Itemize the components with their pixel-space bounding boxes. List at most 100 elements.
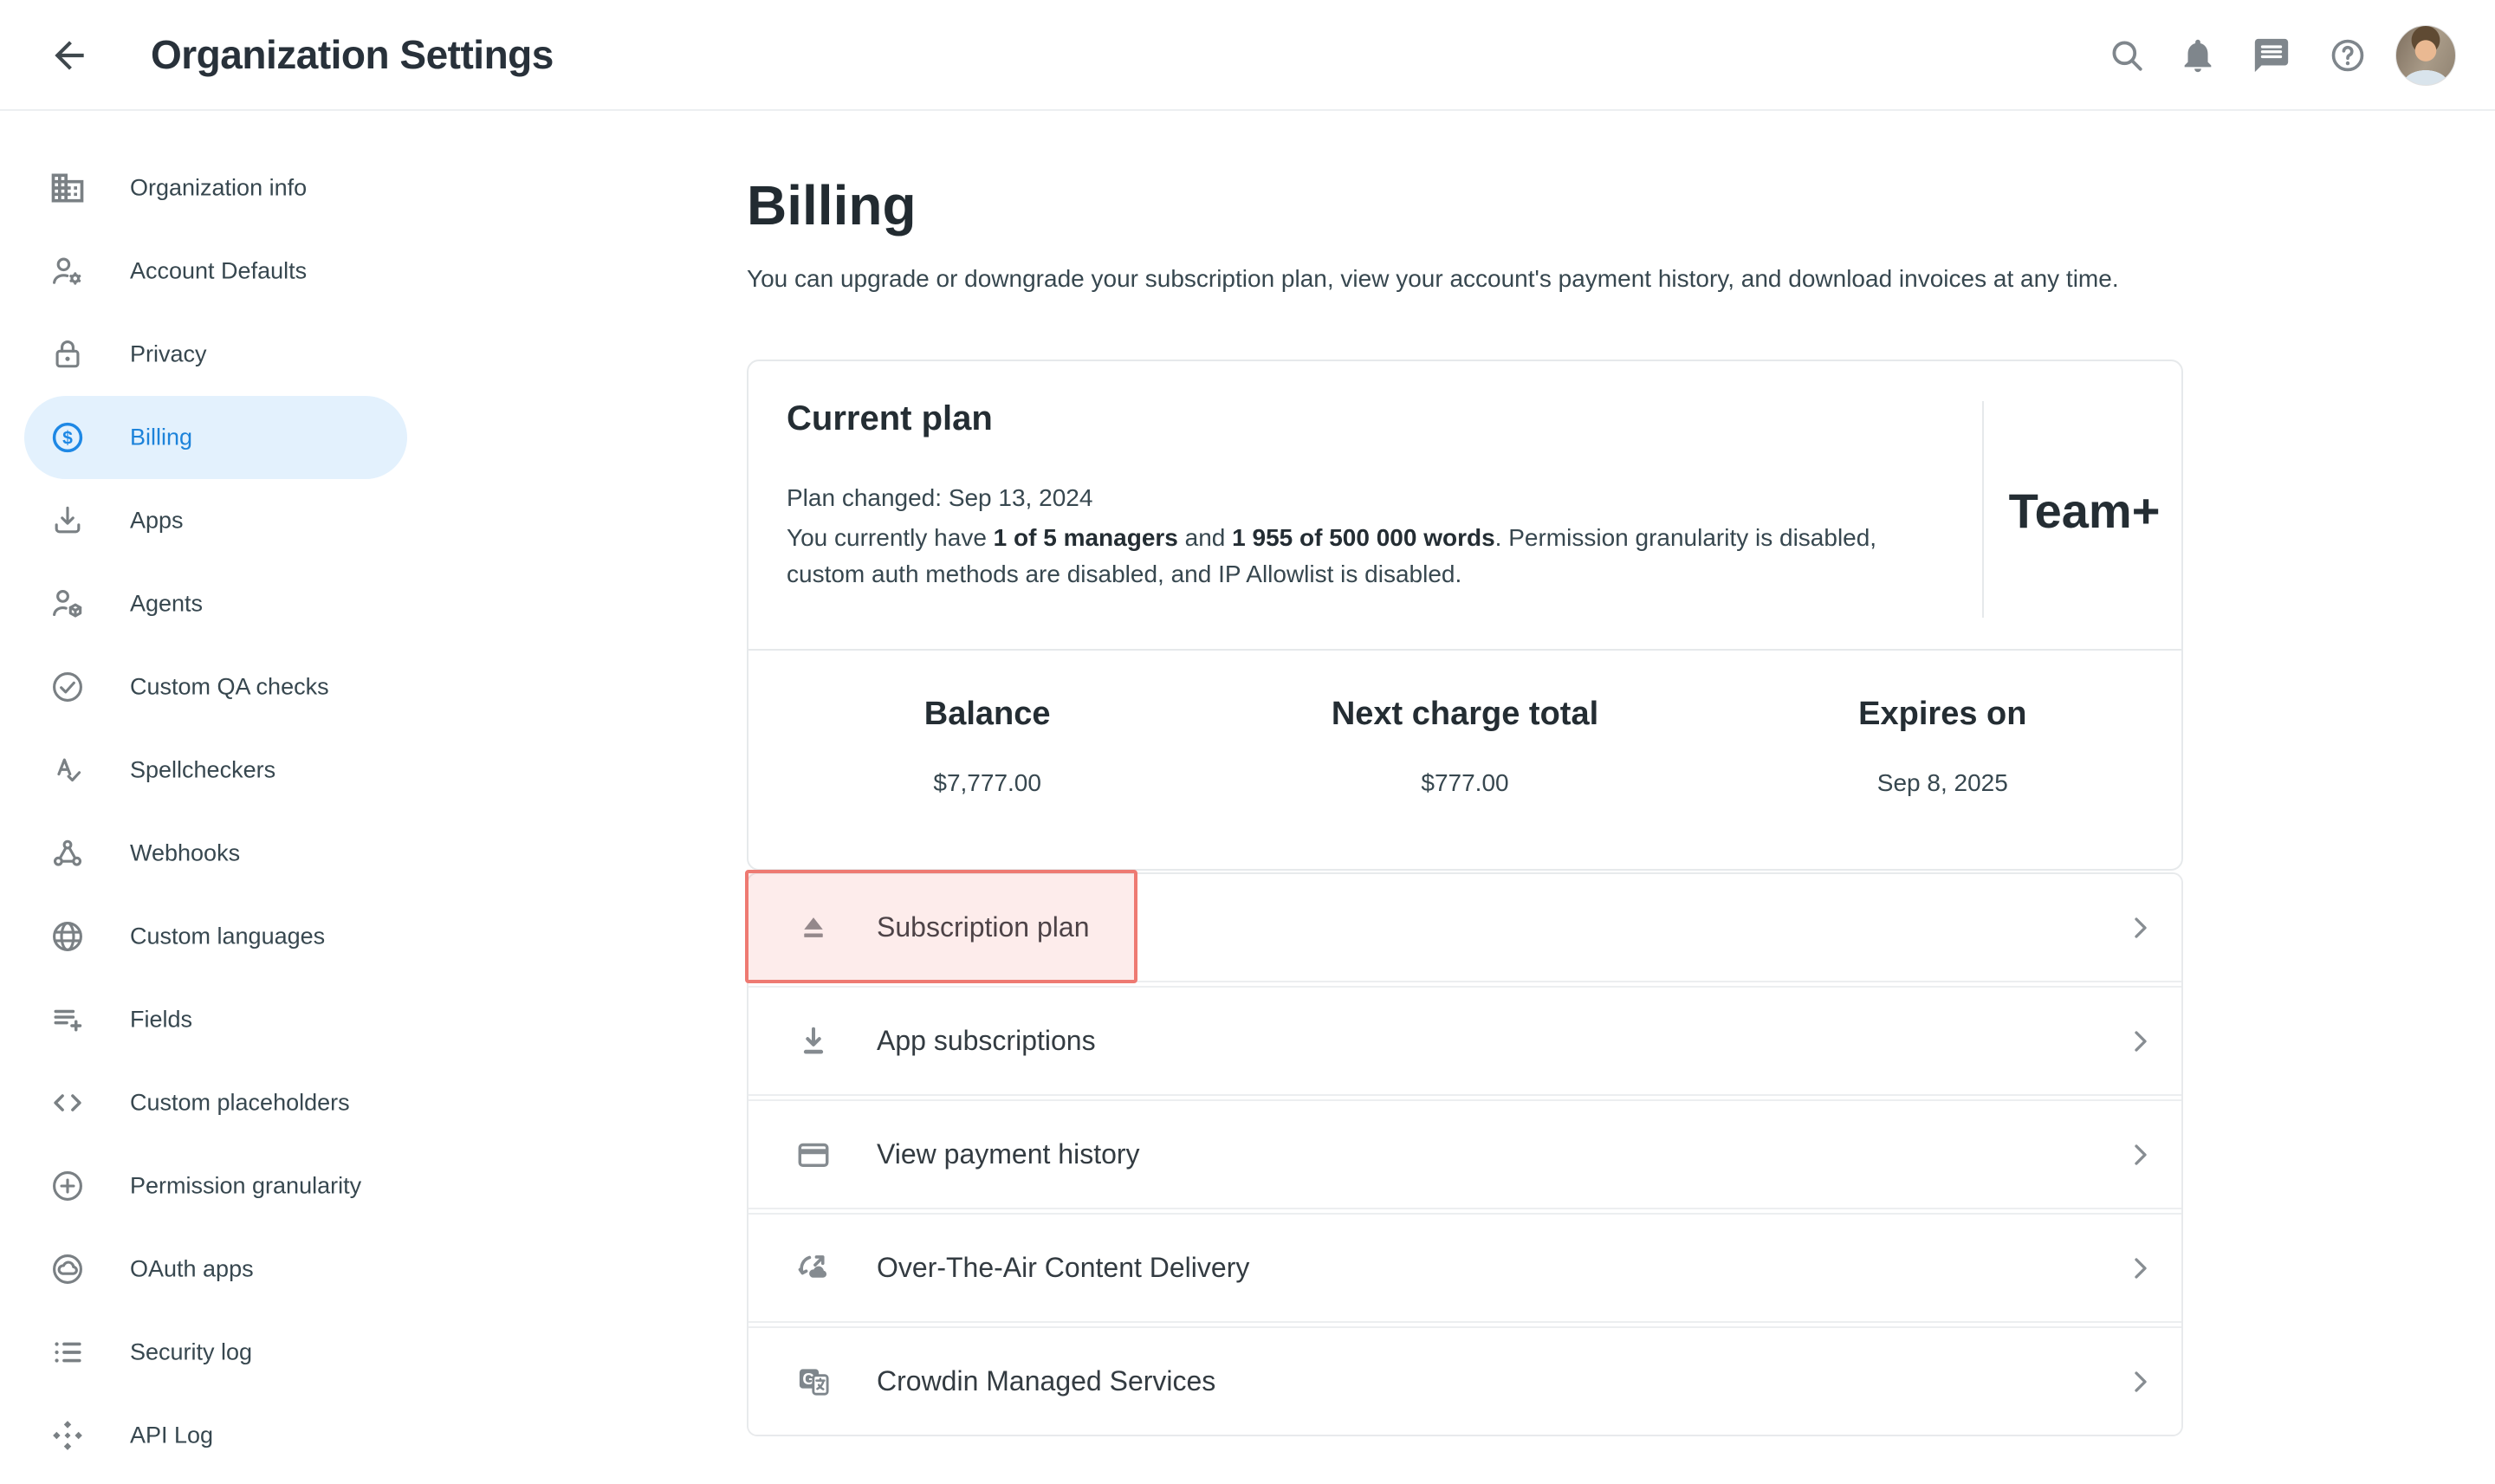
stat-label: Balance — [748, 696, 1226, 733]
row-label: App subscriptions — [877, 1025, 1096, 1057]
sidebar-item-label: Spellcheckers — [130, 757, 275, 784]
credit-card-icon — [794, 1135, 833, 1175]
sidebar-item-label: Organization info — [130, 175, 307, 202]
row-separator — [748, 1094, 2181, 1101]
translate-icon: G — [794, 1362, 833, 1402]
row-app-subscriptions[interactable]: App subscriptions — [748, 988, 2181, 1094]
eject-icon — [794, 908, 833, 948]
dollar-circle-icon: $ — [49, 418, 87, 457]
stat-value: $777.00 — [1226, 769, 1703, 797]
sidebar-item-agents[interactable]: Agents — [0, 562, 407, 645]
help-icon[interactable] — [2328, 36, 2368, 75]
page-header-title: Organization Settings — [151, 0, 554, 109]
sidebar-item-label: API Log — [130, 1422, 213, 1449]
chat-icon[interactable] — [2252, 36, 2291, 75]
cloud-circle-icon — [49, 1250, 87, 1288]
chevron-right-icon — [2122, 1024, 2157, 1059]
words-usage: 1 955 of 500 000 words — [1232, 524, 1495, 551]
plus-circle-icon — [49, 1167, 87, 1205]
current-plan-title: Current plan — [787, 399, 993, 438]
usage-prefix: You currently have — [787, 524, 994, 551]
sidebar-item-fields[interactable]: Fields — [0, 978, 407, 1061]
ota-sync-icon — [794, 1248, 833, 1288]
sidebar-item-label: Privacy — [130, 341, 207, 368]
plan-changed-date: Plan changed: Sep 13, 2024 — [787, 484, 1092, 512]
sidebar-item-label: Fields — [130, 1007, 192, 1034]
stat-expires-on: Expires on Sep 8, 2025 — [1704, 651, 2181, 869]
managers-usage: 1 of 5 managers — [994, 524, 1178, 551]
sidebar-item-api-log[interactable]: API Log — [0, 1394, 407, 1477]
search-icon[interactable] — [2107, 36, 2147, 75]
stat-next-charge-total: Next charge total $777.00 — [1226, 651, 1703, 869]
building-icon — [49, 169, 87, 207]
stat-balance: Balance $7,777.00 — [748, 651, 1226, 869]
download-tray-icon — [49, 502, 87, 540]
sidebar-item-label: Agents — [130, 591, 203, 618]
billing-stats: Balance $7,777.00 Next charge total $777… — [748, 651, 2181, 869]
row-label: View payment history — [877, 1138, 1140, 1170]
chevron-right-icon — [2122, 1364, 2157, 1399]
diamonds-icon — [49, 1416, 87, 1455]
sidebar-item-label: Security log — [130, 1339, 252, 1366]
row-view-payment-history[interactable]: View payment history — [748, 1101, 2181, 1208]
usage-join: and — [1178, 524, 1232, 551]
code-brackets-icon — [49, 1084, 87, 1122]
chevron-right-icon — [2122, 1251, 2157, 1286]
sidebar-item-custom-languages[interactable]: Custom languages — [0, 895, 407, 978]
sidebar-item-oauth-apps[interactable]: OAuth apps — [0, 1228, 407, 1311]
user-avatar[interactable] — [2395, 25, 2456, 86]
current-plan-card: Current plan Plan changed: Sep 13, 2024 … — [747, 360, 2183, 871]
row-label: Subscription plan — [877, 911, 1089, 943]
row-separator — [748, 1321, 2181, 1328]
sidebar-item-permission-granularity[interactable]: Permission granularity — [0, 1144, 407, 1228]
page-description: You can upgrade or downgrade your subscr… — [747, 265, 2119, 293]
chevron-right-icon — [2122, 1137, 2157, 1172]
row-crowdin-managed-services[interactable]: G Crowdin Managed Services — [748, 1328, 2181, 1435]
svg-text:$: $ — [62, 429, 73, 449]
stat-value: $7,777.00 — [748, 769, 1226, 797]
playlist-add-icon — [49, 1001, 87, 1039]
chevron-right-icon — [2122, 910, 2157, 945]
usage-suffix: . Permission granularity is disabled, — [1495, 524, 1876, 551]
row-label: Over-The-Air Content Delivery — [877, 1252, 1249, 1284]
bell-icon[interactable] — [2178, 36, 2218, 75]
spellcheck-icon — [49, 751, 87, 789]
sidebar-item-custom-qa-checks[interactable]: Custom QA checks — [0, 645, 407, 729]
back-arrow-icon[interactable] — [48, 34, 91, 77]
webhook-icon — [49, 834, 87, 872]
stat-label: Expires on — [1704, 696, 2181, 733]
bulleted-list-icon — [49, 1333, 87, 1371]
stat-label: Next charge total — [1226, 696, 1703, 733]
sidebar-item-account-defaults[interactable]: Account Defaults — [0, 230, 407, 313]
sidebar-item-label: Custom languages — [130, 923, 325, 950]
download-icon — [794, 1021, 833, 1061]
sidebar-item-custom-placeholders[interactable]: Custom placeholders — [0, 1061, 407, 1144]
person-cube-icon — [49, 585, 87, 623]
sidebar-item-spellcheckers[interactable]: Spellcheckers — [0, 729, 407, 812]
sidebar-item-label: Custom QA checks — [130, 674, 329, 701]
sidebar-item-label: Permission granularity — [130, 1173, 361, 1200]
row-over-the-air-content-delivery[interactable]: Over-The-Air Content Delivery — [748, 1215, 2181, 1321]
row-label: Crowdin Managed Services — [877, 1365, 1215, 1397]
settings-sidebar: Organization info Account Defaults Priva… — [0, 111, 407, 1477]
page-title: Billing — [747, 173, 917, 237]
row-separator — [748, 981, 2181, 988]
sidebar-item-label: Custom placeholders — [130, 1090, 350, 1117]
sidebar-item-label: Apps — [130, 508, 184, 535]
billing-actions-list: Subscription plan App subscriptions View… — [747, 872, 2183, 1436]
stat-value: Sep 8, 2025 — [1704, 769, 2181, 797]
sidebar-item-apps[interactable]: Apps — [0, 479, 407, 562]
row-separator — [748, 1208, 2181, 1215]
row-subscription-plan[interactable]: Subscription plan — [748, 874, 2181, 981]
lock-icon — [49, 335, 87, 373]
person-gear-icon — [49, 252, 87, 290]
sidebar-item-billing[interactable]: $ Billing — [24, 396, 407, 479]
sidebar-item-organization-info[interactable]: Organization info — [0, 146, 407, 230]
sidebar-item-webhooks[interactable]: Webhooks — [0, 812, 407, 895]
sidebar-item-privacy[interactable]: Privacy — [0, 313, 407, 396]
sidebar-item-label: Billing — [130, 424, 192, 451]
check-circle-icon — [49, 668, 87, 706]
usage-suffix-2: custom auth methods are disabled, and IP… — [787, 561, 1461, 587]
sidebar-item-security-log[interactable]: Security log — [0, 1311, 407, 1394]
plan-name-badge: Team+ — [1984, 483, 2185, 539]
